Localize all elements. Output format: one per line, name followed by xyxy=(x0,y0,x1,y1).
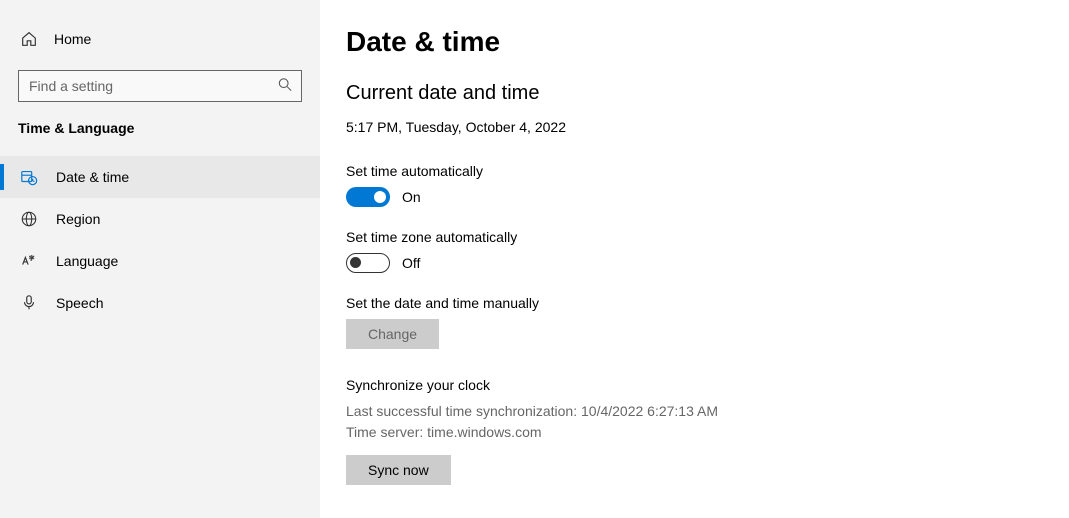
set-time-auto-state: On xyxy=(402,189,421,205)
current-datetime-value: 5:17 PM, Tuesday, October 4, 2022 xyxy=(346,119,1029,135)
sync-last-text: Last successful time synchronization: 10… xyxy=(346,401,1029,422)
sidebar-section-header: Time & Language xyxy=(0,120,320,156)
sync-info: Last successful time synchronization: 10… xyxy=(346,401,1029,443)
sidebar: Home Time & Language Date & time Region … xyxy=(0,0,320,518)
page-title: Date & time xyxy=(346,26,1029,58)
content-pane: Date & time Current date and time 5:17 P… xyxy=(320,0,1069,518)
home-nav[interactable]: Home xyxy=(0,22,320,56)
language-icon: 字 xyxy=(20,252,38,270)
current-datetime-heading: Current date and time xyxy=(346,82,1029,105)
search-input[interactable] xyxy=(18,70,302,102)
sidebar-item-label: Language xyxy=(56,253,118,269)
set-time-auto-label: Set time automatically xyxy=(346,163,1029,179)
sidebar-item-label: Date & time xyxy=(56,169,129,185)
manual-datetime-label: Set the date and time manually xyxy=(346,295,1029,311)
svg-text:字: 字 xyxy=(29,254,34,262)
sidebar-item-region[interactable]: Region xyxy=(0,198,320,240)
globe-icon xyxy=(20,210,38,228)
microphone-icon xyxy=(20,294,38,312)
sidebar-item-label: Speech xyxy=(56,295,103,311)
sync-now-button[interactable]: Sync now xyxy=(346,455,451,485)
set-tz-auto-label: Set time zone automatically xyxy=(346,229,1029,245)
sidebar-item-label: Region xyxy=(56,211,100,227)
sync-clock-heading: Synchronize your clock xyxy=(346,377,1029,393)
home-label: Home xyxy=(54,31,91,47)
set-tz-auto-toggle[interactable] xyxy=(346,253,390,273)
home-icon xyxy=(20,30,38,48)
sidebar-item-date-time[interactable]: Date & time xyxy=(0,156,320,198)
change-button: Change xyxy=(346,319,439,349)
search-icon xyxy=(278,78,292,95)
sidebar-item-speech[interactable]: Speech xyxy=(0,282,320,324)
search-container xyxy=(18,70,302,102)
calendar-clock-icon xyxy=(20,168,38,186)
set-tz-auto-state: Off xyxy=(402,255,420,271)
sidebar-item-language[interactable]: 字 Language xyxy=(0,240,320,282)
set-time-auto-toggle[interactable] xyxy=(346,187,390,207)
sync-server-text: Time server: time.windows.com xyxy=(346,422,1029,443)
